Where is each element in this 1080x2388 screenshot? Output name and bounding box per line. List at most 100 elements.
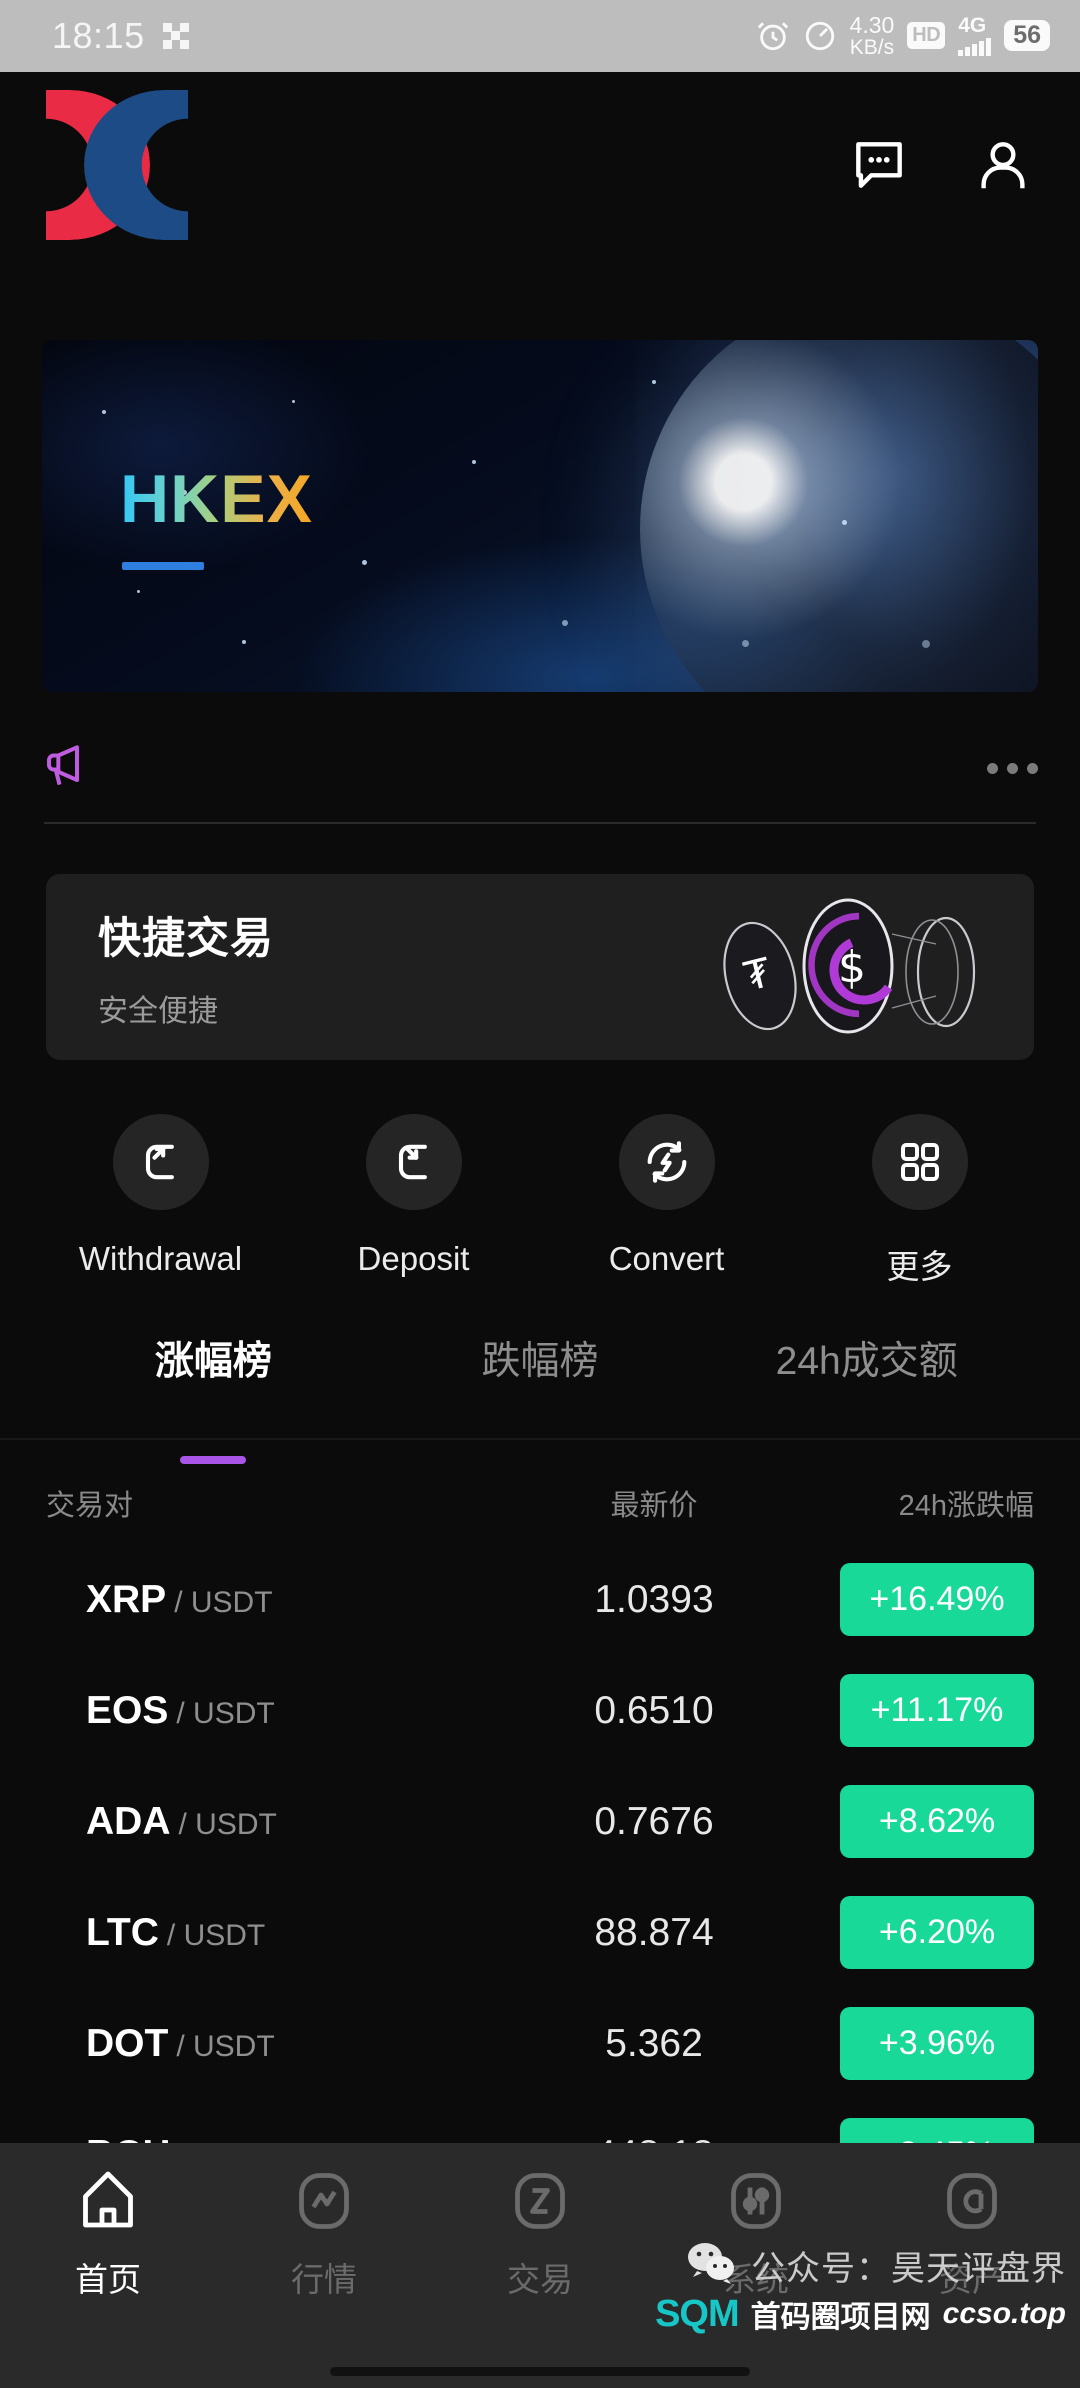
price-cell: 0.7676 bbox=[504, 1800, 804, 1844]
quick-trade-text: 快捷交易 安全便捷 bbox=[98, 904, 274, 1030]
tab-volume[interactable]: 24h成交额 bbox=[703, 1330, 1030, 1440]
app-logo[interactable] bbox=[46, 90, 188, 240]
price-cell: 88.874 bbox=[504, 1911, 804, 1955]
nav-label: 首页 bbox=[75, 2253, 141, 2301]
pair-cell: DOT/ USDT bbox=[46, 2022, 504, 2066]
column-header-price: 最新价 bbox=[504, 1482, 804, 1524]
pair-cell: LTC/ USDT bbox=[46, 1911, 504, 1955]
action-more[interactable]: 更多 bbox=[825, 1114, 1015, 1288]
table-row[interactable]: ADA/ USDT 0.7676 +8.62% bbox=[0, 1766, 1080, 1877]
pair-symbol: DOT bbox=[86, 2022, 168, 2065]
alarm-icon bbox=[756, 19, 790, 53]
nav-item-assets[interactable]: 资产 bbox=[864, 2165, 1080, 2301]
pair-quote: / USDT bbox=[174, 1586, 272, 1619]
pair-cell: EOS/ USDT bbox=[46, 1689, 504, 1733]
action-withdrawal[interactable]: Withdrawal bbox=[66, 1114, 256, 1288]
action-label: Deposit bbox=[358, 1240, 470, 1278]
nav-label: 资产 bbox=[939, 2253, 1005, 2301]
network-speed: 4.30 KB/s bbox=[850, 14, 895, 59]
network-speed-value: 4.30 bbox=[850, 14, 895, 37]
quick-actions: Withdrawal Deposit Convert bbox=[0, 1114, 1080, 1288]
status-badge: +3.96% bbox=[840, 2007, 1034, 2080]
column-header-pair: 交易对 bbox=[46, 1482, 504, 1524]
table-row[interactable]: LTC/ USDT 88.874 +6.20% bbox=[0, 1877, 1080, 1988]
withdrawal-icon bbox=[113, 1114, 209, 1210]
change-cell: +8.62% bbox=[804, 1785, 1034, 1858]
table-row[interactable]: EOS/ USDT 0.6510 +11.17% bbox=[0, 1655, 1080, 1766]
table-row[interactable]: DOT/ USDT 5.362 +3.96% bbox=[0, 1988, 1080, 2099]
coins-illustration-icon: ₮ $ bbox=[696, 888, 996, 1048]
table-row[interactable]: XRP/ USDT 1.0393 +16.49% bbox=[0, 1544, 1080, 1655]
nav-item-trade[interactable]: 交易 bbox=[432, 2165, 648, 2301]
tabs-separator bbox=[0, 1438, 1080, 1440]
price-cell: 0.6510 bbox=[504, 1689, 804, 1733]
status-badge: +11.17% bbox=[840, 1674, 1034, 1747]
status-bar: 18:15 4.30 KB/s HD 4G bbox=[0, 0, 1080, 72]
home-icon bbox=[72, 2165, 144, 2237]
pair-quote: / USDT bbox=[176, 1697, 274, 1730]
section-divider bbox=[44, 822, 1036, 824]
change-cell: +11.17% bbox=[804, 1674, 1034, 1747]
announcement-bar[interactable] bbox=[42, 724, 1038, 812]
chat-bubble-icon[interactable] bbox=[848, 134, 910, 196]
pair-quote: / USDT bbox=[176, 2030, 274, 2063]
action-label: Withdrawal bbox=[79, 1240, 242, 1278]
action-label: 更多 bbox=[887, 1240, 953, 1288]
grid-more-icon bbox=[872, 1114, 968, 1210]
more-dots-icon[interactable] bbox=[987, 763, 1038, 774]
app-header bbox=[0, 72, 1080, 257]
hd-icon: HD bbox=[907, 22, 945, 49]
pair-symbol: ADA bbox=[86, 1800, 171, 1843]
pair-cell: XRP/ USDT bbox=[46, 1578, 504, 1622]
svg-text:$: $ bbox=[838, 942, 866, 993]
status-indicator-dots-icon bbox=[163, 23, 189, 49]
tab-gainers[interactable]: 涨幅榜 bbox=[50, 1330, 377, 1440]
nav-item-markets[interactable]: 行情 bbox=[216, 2165, 432, 2301]
quick-trade-title: 快捷交易 bbox=[98, 904, 274, 966]
tab-label: 涨幅榜 bbox=[155, 1340, 272, 1383]
change-cell: +16.49% bbox=[804, 1563, 1034, 1636]
action-convert[interactable]: Convert bbox=[572, 1114, 762, 1288]
market-wave-icon bbox=[288, 2165, 360, 2237]
quick-trade-card[interactable]: 快捷交易 安全便捷 ₮ $ bbox=[46, 874, 1034, 1060]
speedometer-icon bbox=[803, 19, 837, 53]
app-screen: 18:15 4.30 KB/s HD 4G bbox=[0, 0, 1080, 2388]
nav-item-system[interactable]: 系统 bbox=[648, 2165, 864, 2301]
signal-icon: 4G bbox=[958, 15, 991, 56]
change-cell: +3.96% bbox=[804, 2007, 1034, 2080]
tab-label: 24h成交额 bbox=[776, 1340, 958, 1383]
header-actions bbox=[848, 134, 1034, 196]
nav-label: 行情 bbox=[291, 2253, 357, 2301]
user-profile-icon[interactable] bbox=[972, 134, 1034, 196]
megaphone-icon bbox=[42, 738, 98, 799]
action-deposit[interactable]: Deposit bbox=[319, 1114, 509, 1288]
pair-cell: ADA/ USDT bbox=[46, 1800, 504, 1844]
status-time: 18:15 bbox=[52, 15, 145, 57]
battery-indicator: 56 bbox=[1004, 20, 1050, 51]
deposit-icon bbox=[366, 1114, 462, 1210]
market-tabs: 涨幅榜 跌幅榜 24h成交额 bbox=[0, 1330, 1080, 1440]
trade-z-icon bbox=[504, 2165, 576, 2237]
promo-banner[interactable]: HKEX bbox=[42, 340, 1038, 692]
status-badge: +16.49% bbox=[840, 1563, 1034, 1636]
tab-losers[interactable]: 跌幅榜 bbox=[377, 1330, 704, 1440]
pair-symbol: EOS bbox=[86, 1689, 168, 1732]
table-header: 交易对 最新价 24h涨跌幅 bbox=[0, 1462, 1080, 1544]
quick-trade-subtitle: 安全便捷 bbox=[98, 986, 274, 1030]
status-icons: 4.30 KB/s HD 4G 56 bbox=[756, 14, 1050, 59]
pair-quote: / USDT bbox=[179, 1808, 277, 1841]
tab-label: 跌幅榜 bbox=[482, 1340, 599, 1383]
convert-icon bbox=[619, 1114, 715, 1210]
pair-quote: / USDT bbox=[167, 1919, 265, 1952]
column-header-change: 24h涨跌幅 bbox=[804, 1482, 1034, 1524]
pair-symbol: XRP bbox=[86, 1578, 166, 1621]
price-cell: 5.362 bbox=[504, 2022, 804, 2066]
pair-symbol: LTC bbox=[86, 1911, 159, 1954]
change-cell: +6.20% bbox=[804, 1896, 1034, 1969]
nav-item-home[interactable]: 首页 bbox=[0, 2165, 216, 2301]
home-indicator bbox=[330, 2367, 750, 2376]
nav-label: 交易 bbox=[507, 2253, 573, 2301]
status-badge: +8.62% bbox=[840, 1785, 1034, 1858]
nav-label: 系统 bbox=[723, 2253, 789, 2301]
system-sliders-icon bbox=[720, 2165, 792, 2237]
